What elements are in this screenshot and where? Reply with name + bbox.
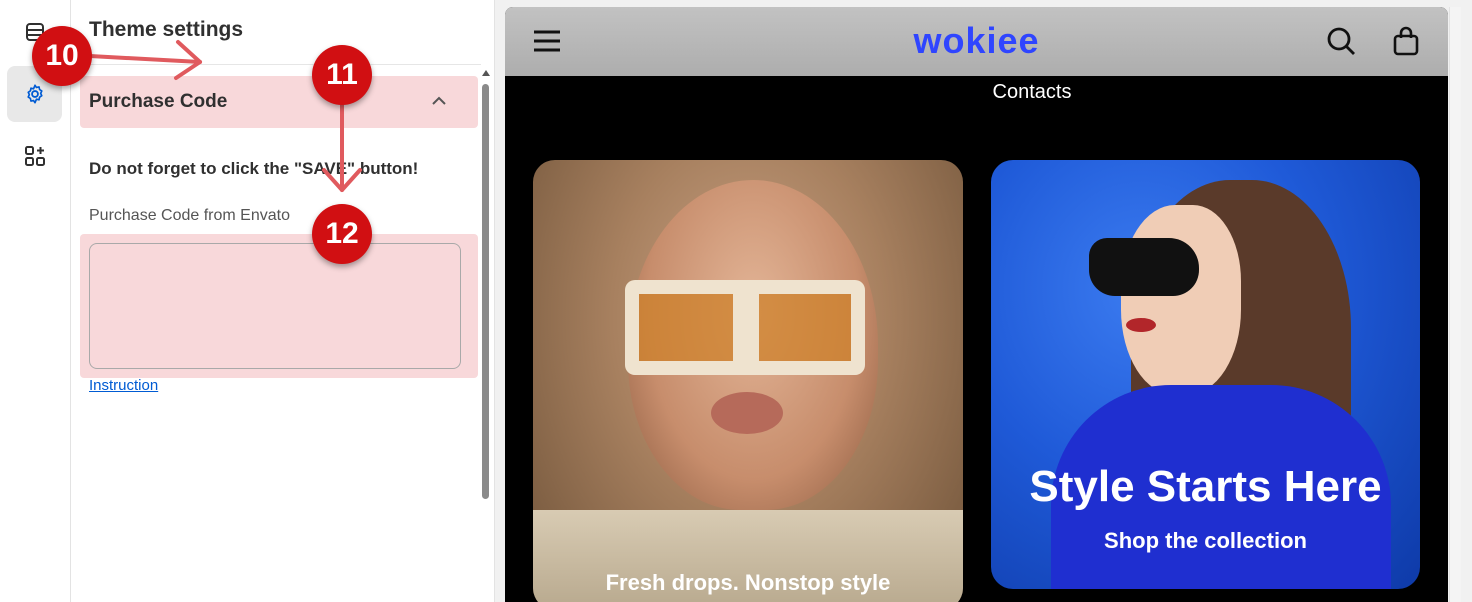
section-title: Purchase Code xyxy=(89,91,228,112)
store-logo[interactable]: wokiee xyxy=(505,20,1448,62)
hero-subtitle-link[interactable]: Shop the collection xyxy=(991,528,1420,554)
scroll-thumb[interactable] xyxy=(482,84,489,499)
purchase-code-field-highlight xyxy=(80,234,478,378)
instruction-link[interactable]: Instruction xyxy=(89,377,158,394)
sunglasses-bridge xyxy=(733,280,759,370)
preview-scrollbar[interactable] xyxy=(1449,7,1461,602)
purchase-code-input[interactable] xyxy=(89,243,461,369)
lips-graphic xyxy=(711,392,783,434)
gear-icon xyxy=(26,84,43,104)
step-marker-10: 10 xyxy=(32,26,92,86)
divider xyxy=(71,64,481,65)
rail-apps-button[interactable] xyxy=(7,128,62,184)
scroll-up-arrow-icon[interactable] xyxy=(482,70,490,76)
icon-rail xyxy=(0,0,71,602)
panel-scrollbar[interactable] xyxy=(481,70,490,502)
apps-add-icon xyxy=(24,146,45,166)
panel-title: Theme settings xyxy=(89,18,244,41)
hero-title: Style Starts Here xyxy=(1029,462,1382,511)
purchase-code-section-header[interactable]: Purchase Code xyxy=(80,76,478,128)
step-marker-11: 11 xyxy=(312,45,372,105)
search-icon[interactable] xyxy=(1325,25,1357,57)
model-image xyxy=(1121,205,1241,395)
shopping-bag-icon[interactable] xyxy=(1390,25,1422,57)
settings-panel: Theme settings Purchase Code Do not forg… xyxy=(71,0,495,602)
step-marker-12: 12 xyxy=(312,204,372,264)
store-preview: wokiee Contacts Fresh drops. Nonstop sty… xyxy=(505,7,1448,602)
save-reminder: Do not forget to click the "SAVE" button… xyxy=(89,159,419,178)
sunglasses-graphic xyxy=(1089,238,1199,296)
nav-contacts-link[interactable]: Contacts xyxy=(505,81,1448,104)
chevron-up-icon[interactable] xyxy=(430,92,448,110)
hero-card-right[interactable]: Style Starts Here Shop the collection xyxy=(991,160,1420,589)
store-header: wokiee xyxy=(505,7,1448,76)
hero-card-left[interactable]: Fresh drops. Nonstop style xyxy=(533,160,963,602)
lips-graphic xyxy=(1126,318,1156,332)
hero-left-caption: Fresh drops. Nonstop style xyxy=(605,570,891,595)
purchase-code-label: Purchase Code from Envato xyxy=(89,207,290,224)
